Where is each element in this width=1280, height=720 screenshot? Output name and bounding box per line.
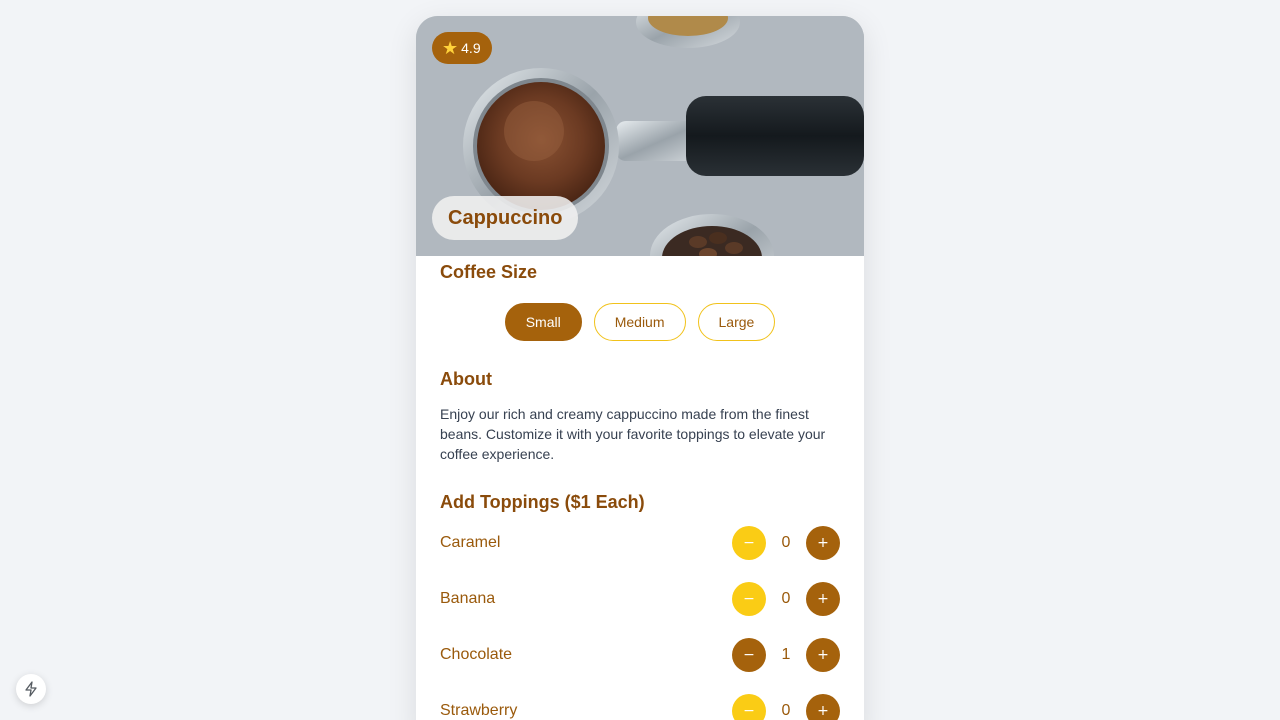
decrease-button[interactable]: − <box>732 694 766 720</box>
toppings-list: Caramel − 0 + Banana − 0 + Chocolate − 1… <box>440 515 840 720</box>
quick-action-button[interactable] <box>16 674 46 704</box>
product-details: Coffee Size Small Medium Large About Enj… <box>416 256 864 720</box>
quantity-value: 0 <box>781 590 791 607</box>
decrease-button[interactable]: − <box>732 526 766 560</box>
increase-button[interactable]: + <box>806 638 840 672</box>
quantity-value: 0 <box>781 534 791 551</box>
topping-row-banana: Banana − 0 + <box>440 571 840 627</box>
size-large-button[interactable]: Large <box>697 303 776 341</box>
topping-row-chocolate: Chocolate − 1 + <box>440 627 840 683</box>
size-heading: Coffee Size <box>440 262 538 282</box>
toppings-heading: Add Toppings ($1 Each) <box>440 492 645 512</box>
topping-name: Strawberry <box>440 702 518 719</box>
product-card: ★ 4.9 Cappuccino Coffee Size Small Mediu… <box>416 16 864 720</box>
quantity-stepper: − 1 + <box>732 638 840 672</box>
size-small-button[interactable]: Small <box>504 303 582 341</box>
quantity-value: 0 <box>781 702 791 719</box>
star-icon: ★ <box>442 38 459 58</box>
size-selector: Small Medium Large <box>440 303 840 341</box>
quantity-value: 1 <box>781 646 791 663</box>
increase-button[interactable]: + <box>806 694 840 720</box>
quantity-stepper: − 0 + <box>732 526 840 560</box>
product-title: Cappuccino <box>432 196 579 240</box>
topping-name: Caramel <box>440 534 501 551</box>
product-image: ★ 4.9 Cappuccino <box>416 16 864 256</box>
about-text: Enjoy our rich and creamy cappuccino mad… <box>440 406 826 462</box>
rating-value: 4.9 <box>461 40 481 56</box>
decrease-button[interactable]: − <box>732 582 766 616</box>
topping-row-caramel: Caramel − 0 + <box>440 515 840 571</box>
size-medium-button[interactable]: Medium <box>593 303 686 341</box>
topping-row-strawberry: Strawberry − 0 + <box>440 683 840 720</box>
topping-name: Chocolate <box>440 646 513 663</box>
topping-name: Banana <box>440 590 496 607</box>
decrease-button[interactable]: − <box>732 638 766 672</box>
increase-button[interactable]: + <box>806 582 840 616</box>
about-heading: About <box>440 369 492 389</box>
bolt-icon <box>25 681 37 697</box>
rating-badge: ★ 4.9 <box>432 32 492 64</box>
quantity-stepper: − 0 + <box>732 694 840 720</box>
quantity-stepper: − 0 + <box>732 582 840 616</box>
increase-button[interactable]: + <box>806 526 840 560</box>
